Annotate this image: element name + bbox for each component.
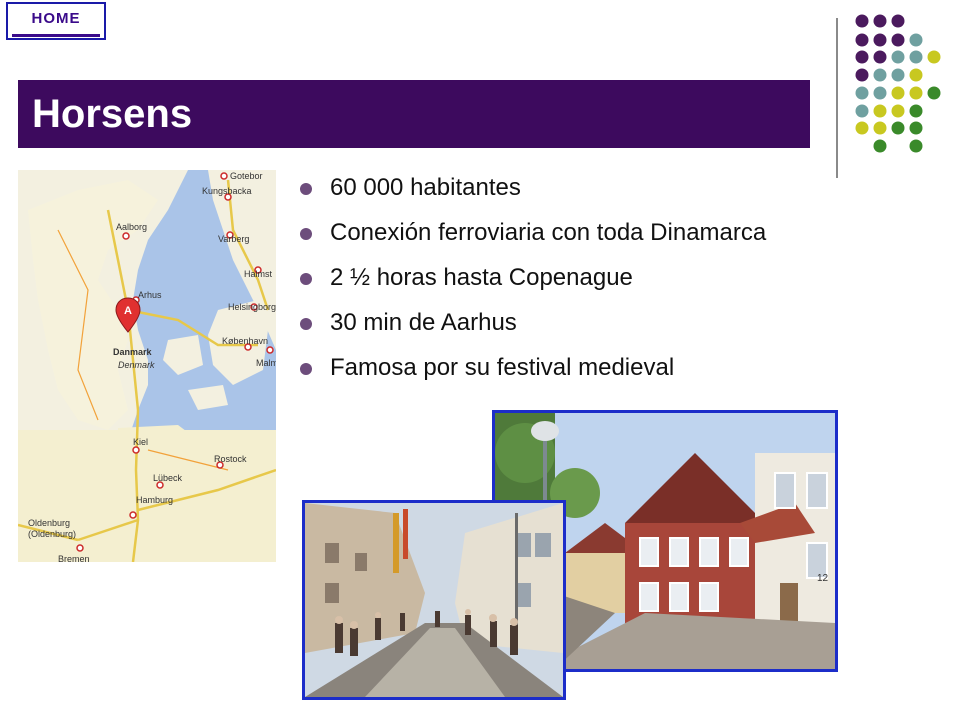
- street-photo-festival: [302, 500, 566, 700]
- bullet-item: 2 ½ horas hasta Copenague: [300, 260, 766, 305]
- decorative-dot: [873, 139, 887, 153]
- slide-title: Horsens: [32, 92, 193, 136]
- map-image: A Gotebor Kungsbacka Aalborg Varberg Hal…: [18, 170, 276, 562]
- bullet-item: 30 min de Aarhus: [300, 305, 766, 350]
- decorative-dot: [927, 50, 941, 64]
- decorative-dot: [909, 33, 923, 47]
- bullet-text: 2 ½ horas hasta Copenague: [330, 264, 633, 291]
- decorative-dot: [891, 33, 905, 47]
- bullet-text: 30 min de Aarhus: [330, 309, 517, 336]
- svg-text:Bremen: Bremen: [58, 554, 90, 562]
- svg-text:Arhus: Arhus: [138, 290, 162, 300]
- svg-text:Halmst: Halmst: [244, 269, 273, 279]
- decorative-dot: [927, 86, 941, 100]
- divider-line: [836, 18, 838, 178]
- svg-text:København: København: [222, 336, 268, 346]
- svg-text:Helsingborg: Helsingborg: [228, 302, 276, 312]
- decorative-dot: [873, 86, 887, 100]
- decorative-dot: [855, 50, 869, 64]
- svg-text:Danmark: Danmark: [113, 347, 153, 357]
- decorative-dot: [909, 104, 923, 118]
- svg-text:Oldenburg: Oldenburg: [28, 518, 70, 528]
- svg-text:Aalborg: Aalborg: [116, 222, 147, 232]
- svg-text:Hamburg: Hamburg: [136, 495, 173, 505]
- bullet-text: Conexión ferroviaria con toda Dinamarca: [330, 219, 767, 246]
- decorative-dot: [855, 14, 869, 28]
- svg-text:Rostock: Rostock: [214, 454, 247, 464]
- bullet-icon: [300, 228, 312, 240]
- bullet-list: 60 000 habitantes Conexión ferroviaria c…: [300, 170, 766, 395]
- svg-text:Gotebor: Gotebor: [230, 171, 263, 181]
- decorative-dot: [909, 86, 923, 100]
- svg-text:Varberg: Varberg: [218, 234, 249, 244]
- decorative-dot: [873, 104, 887, 118]
- svg-text:Kiel: Kiel: [133, 437, 148, 447]
- decorative-dot: [873, 50, 887, 64]
- svg-text:Denmark: Denmark: [118, 360, 155, 370]
- bullet-item: Conexión ferroviaria con toda Dinamarca: [300, 215, 766, 260]
- decorative-dot: [855, 33, 869, 47]
- decorative-dot: [855, 121, 869, 135]
- bullet-text: 60 000 habitantes: [330, 174, 521, 201]
- svg-text:(Oldenburg): (Oldenburg): [28, 529, 76, 539]
- decorative-dot: [909, 139, 923, 153]
- bullet-icon: [300, 273, 312, 285]
- decorative-dot: [855, 86, 869, 100]
- decorative-dot: [873, 121, 887, 135]
- decorative-dot: [909, 68, 923, 82]
- decorative-dot: [873, 33, 887, 47]
- svg-text:A: A: [124, 305, 132, 317]
- bullet-icon: [300, 363, 312, 375]
- svg-text:Kungsbacka: Kungsbacka: [202, 186, 252, 196]
- decorative-dot: [891, 68, 905, 82]
- svg-text:Lübeck: Lübeck: [153, 473, 183, 483]
- title-bar: Horsens: [18, 80, 810, 148]
- bullet-item: 60 000 habitantes: [300, 170, 766, 215]
- bullet-item: Famosa por su festival medieval: [300, 350, 766, 395]
- bullet-icon: [300, 318, 312, 330]
- svg-text:Malm: Malm: [256, 358, 276, 368]
- svg-text:12: 12: [817, 573, 829, 584]
- decorative-dot: [891, 86, 905, 100]
- bullet-icon: [300, 183, 312, 195]
- decorative-dot: [891, 50, 905, 64]
- decorative-dot: [891, 121, 905, 135]
- home-button[interactable]: HOME: [6, 2, 106, 40]
- decorative-dot: [909, 121, 923, 135]
- home-button-label: HOME: [31, 10, 81, 27]
- decorative-dot: [873, 68, 887, 82]
- bullet-text: Famosa por su festival medieval: [330, 354, 675, 381]
- decorative-dot: [891, 14, 905, 28]
- decorative-dot: [855, 68, 869, 82]
- decorative-dot: [873, 14, 887, 28]
- decorative-dot: [855, 104, 869, 118]
- decorative-dot: [891, 104, 905, 118]
- decorative-dot: [909, 50, 923, 64]
